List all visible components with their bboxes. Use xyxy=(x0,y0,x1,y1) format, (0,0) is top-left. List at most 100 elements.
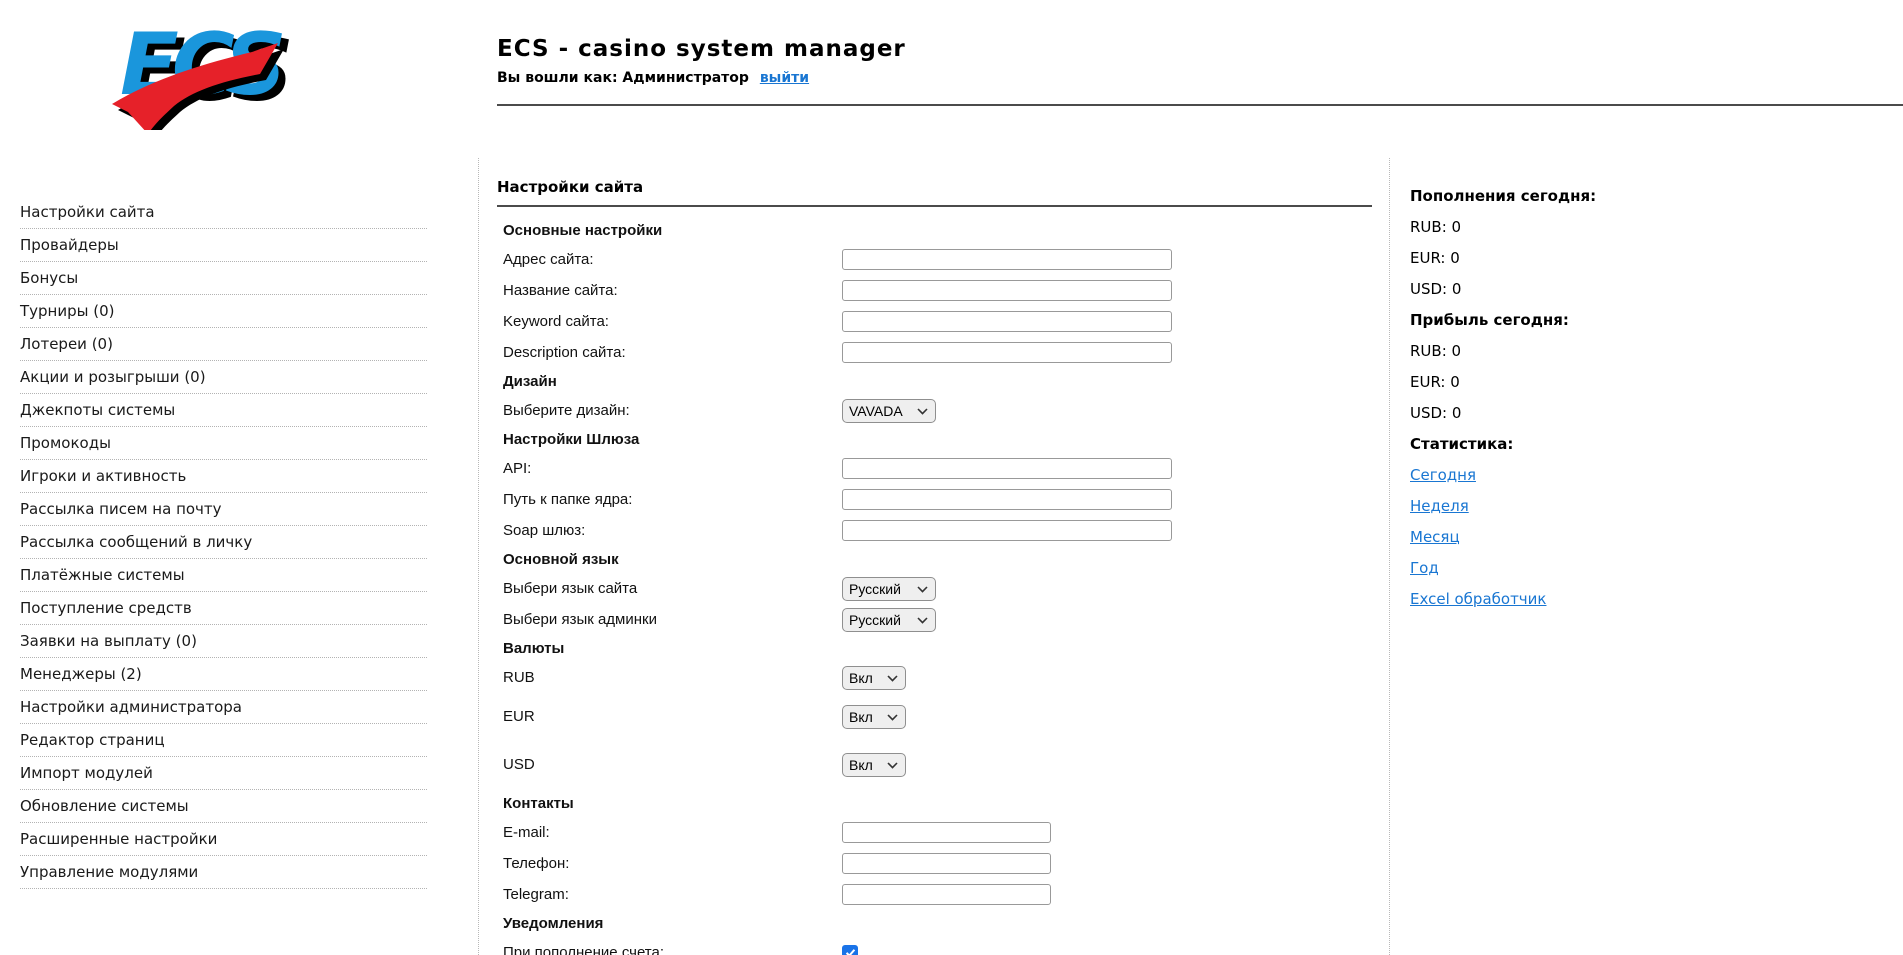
settings-form: Основные настройки Адрес сайта: Название… xyxy=(497,217,1372,955)
sidebar-item-label: Промокоды xyxy=(20,434,111,452)
login-user: Администратор xyxy=(622,70,749,86)
sidebar-item-11[interactable]: Платёжные системы xyxy=(20,559,427,592)
sidebar-item-15[interactable]: Настройки администратора xyxy=(20,691,427,724)
field-label: Soap шлюз: xyxy=(503,522,586,539)
text-input[interactable] xyxy=(842,458,1172,479)
sidebar-item-19[interactable]: Расширенные настройки xyxy=(20,823,427,856)
field-label: EUR xyxy=(503,708,535,725)
login-status: Вы вошли как: Администратор выйти xyxy=(497,70,1903,86)
form-field-row: Telegram: xyxy=(497,879,1372,910)
stats-link-4[interactable]: Excel обработчик xyxy=(1410,590,1546,608)
form-field-row: Путь к папке ядра: xyxy=(497,484,1372,515)
deposits-row: USD: 0 xyxy=(1410,273,1880,304)
sidebar-item-label: Обновление системы xyxy=(20,797,189,815)
sidebar-item-8[interactable]: Игроки и активность xyxy=(20,460,427,493)
text-input[interactable] xyxy=(842,280,1172,301)
select-input[interactable]: VAVADA xyxy=(842,398,936,423)
select-input[interactable]: Вкл xyxy=(842,665,906,690)
form-field-row: Адрес сайта: xyxy=(497,244,1372,275)
field-label: Путь к папке ядра: xyxy=(503,491,633,508)
sidebar-item-0[interactable]: Настройки сайта xyxy=(20,196,427,229)
form-field-row: Description сайта: xyxy=(497,337,1372,368)
stats-line-text: USD: 0 xyxy=(1410,403,1462,422)
sidebar-item-label: Поступление средств xyxy=(20,599,192,617)
select-input[interactable]: Русский xyxy=(842,607,936,632)
form-section-row: Настройки Шлюза xyxy=(497,426,1372,453)
form-field-row: Выберите дизайн: VAVADA xyxy=(497,395,1372,426)
sidebar-item-2[interactable]: Бонусы xyxy=(20,262,427,295)
text-input[interactable] xyxy=(842,489,1172,510)
field-label: USD xyxy=(503,756,535,773)
field-label: API: xyxy=(503,460,532,477)
form-section-row: Контакты xyxy=(497,790,1372,817)
form-section-row: Уведомления xyxy=(497,910,1372,937)
form-field-row: E-mail: xyxy=(497,817,1372,848)
select-dropdown: VAVADA xyxy=(842,398,936,423)
form-field-row: EUR Вкл xyxy=(497,701,1372,732)
sidebar-item-label: Редактор страниц xyxy=(20,731,165,749)
ecs-logo: ECS ECS xyxy=(100,10,297,140)
notification-checkbox[interactable] xyxy=(842,944,858,955)
text-input[interactable] xyxy=(842,249,1172,270)
field-label: Telegram: xyxy=(503,886,569,903)
stats-link-1[interactable]: Неделя xyxy=(1410,497,1469,515)
form-section-row: Основной язык xyxy=(497,546,1372,573)
stats-line-text: Прибыль сегодня: xyxy=(1410,310,1569,329)
sidebar-item-label: Игроки и активность xyxy=(20,467,187,485)
field-label: Адрес сайта: xyxy=(503,251,594,268)
sidebar-item-label: Бонусы xyxy=(20,269,79,287)
form-field-row: При пополнение счета: xyxy=(497,937,1372,955)
sidebar-item-18[interactable]: Обновление системы xyxy=(20,790,427,823)
form-field-row: Soap шлюз: xyxy=(497,515,1372,546)
text-input[interactable] xyxy=(842,311,1172,332)
sidebar-item-20[interactable]: Управление модулями xyxy=(20,856,427,889)
stats-link-0[interactable]: Сегодня xyxy=(1410,466,1476,484)
sidebar-item-label: Лотереи (0) xyxy=(20,335,113,353)
sidebar-item-14[interactable]: Менеджеры (2) xyxy=(20,658,427,691)
text-input[interactable] xyxy=(842,342,1172,363)
field-label: RUB xyxy=(503,669,535,686)
text-input[interactable] xyxy=(842,853,1051,874)
sidebar-item-5[interactable]: Акции и розыгрыши (0) xyxy=(20,361,427,394)
stats-panel: Пополнения сегодня: RUB: 0 EUR: 0 USD: 0… xyxy=(1410,180,1880,614)
text-input[interactable] xyxy=(842,884,1051,905)
sidebar-item-16[interactable]: Редактор страниц xyxy=(20,724,427,757)
select-input[interactable]: Русский xyxy=(842,576,936,601)
field-label: Название сайта: xyxy=(503,282,618,299)
select-dropdown: Вкл xyxy=(842,665,906,690)
text-input[interactable] xyxy=(842,822,1051,843)
sidebar-item-13[interactable]: Заявки на выплату (0) xyxy=(20,625,427,658)
sidebar-item-1[interactable]: Провайдеры xyxy=(20,229,427,262)
sidebar-item-4[interactable]: Лотереи (0) xyxy=(20,328,427,361)
select-dropdown: Русский xyxy=(842,576,936,601)
stats-line-text: EUR: 0 xyxy=(1410,248,1460,267)
left-separator xyxy=(478,158,479,955)
ecs-logo-graphic: ECS ECS xyxy=(112,15,297,140)
select-input[interactable]: Вкл xyxy=(842,752,906,777)
form-section-heading: Основной язык xyxy=(503,551,619,568)
sidebar-item-6[interactable]: Джекпоты системы xyxy=(20,394,427,427)
sidebar-item-label: Расширенные настройки xyxy=(20,830,218,848)
form-section-heading: Уведомления xyxy=(503,915,604,932)
sidebar-item-3[interactable]: Турниры (0) xyxy=(20,295,427,328)
settings-title-divider xyxy=(497,205,1372,207)
stats-link-row: Год xyxy=(1410,552,1880,583)
sidebar-item-label: Менеджеры (2) xyxy=(20,665,142,683)
sidebar-item-label: Рассылка писем на почту xyxy=(20,500,222,518)
stats-link-3[interactable]: Год xyxy=(1410,559,1439,577)
page-title: ECS - casino system manager xyxy=(497,36,906,62)
sidebar-item-9[interactable]: Рассылка писем на почту xyxy=(20,493,427,526)
sidebar-item-10[interactable]: Рассылка сообщений в личку xyxy=(20,526,427,559)
select-input[interactable]: Вкл xyxy=(842,704,906,729)
text-input[interactable] xyxy=(842,520,1172,541)
header-divider xyxy=(497,104,1903,106)
form-field-row: Выбери язык сайта Русский xyxy=(497,573,1372,604)
sidebar-item-17[interactable]: Импорт модулей xyxy=(20,757,427,790)
sidebar-item-12[interactable]: Поступление средств xyxy=(20,592,427,625)
logout-link[interactable]: выйти xyxy=(760,70,809,86)
sidebar-item-7[interactable]: Промокоды xyxy=(20,427,427,460)
profit-row: USD: 0 xyxy=(1410,397,1880,428)
form-section-heading: Основные настройки xyxy=(503,222,663,239)
stats-link-2[interactable]: Месяц xyxy=(1410,528,1460,546)
field-label: Выберите дизайн: xyxy=(503,402,630,419)
